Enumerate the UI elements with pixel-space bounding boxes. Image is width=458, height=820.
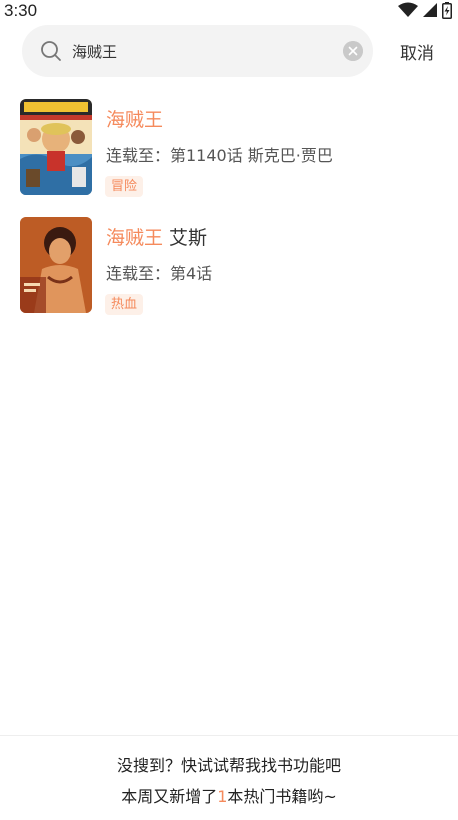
footer-suffix: 本热门书籍哟~ (227, 787, 337, 806)
clear-icon[interactable] (343, 41, 363, 61)
result-title: 海贼王 (106, 105, 163, 132)
genre-tag: 冒险 (105, 176, 144, 197)
result-title-rest: 艾斯 (163, 227, 208, 249)
footer-find-book-prompt[interactable]: 没搜到？快试试帮我找书功能吧 本周又新增了1本热门书籍哟~ (0, 735, 458, 820)
status-time: 3:30 (4, 1, 38, 20)
book-cover-image (20, 217, 92, 313)
status-icons (398, 1, 452, 19)
footer-new-books-text: 本周又新增了1本热门书籍哟~ (0, 783, 458, 807)
signal-icon (423, 3, 437, 17)
result-item[interactable]: 海贼王 艾斯 连载至：第4话 热血 (0, 216, 458, 334)
genre-tag: 热血 (105, 294, 144, 315)
result-title: 海贼王 艾斯 (106, 223, 207, 250)
search-results-list: 海贼王 连载至：第1140话 斯克巴·贾巴 冒险 海贼王 艾斯 连载至：第4话 … (0, 98, 458, 334)
result-item[interactable]: 海贼王 连载至：第1140话 斯克巴·贾巴 冒险 (0, 98, 458, 216)
footer-new-count: 1 (217, 787, 228, 806)
book-cover-image (20, 99, 92, 195)
cancel-button[interactable]: 取消 (390, 39, 444, 64)
search-icon (41, 41, 61, 61)
search-row: 取消 (0, 25, 458, 77)
wifi-icon (398, 2, 418, 17)
result-title-highlight: 海贼王 (106, 227, 164, 249)
search-box[interactable] (22, 25, 373, 77)
result-update-info: 连载至：第1140话 斯克巴·贾巴 (106, 146, 333, 165)
footer-prompt-text: 没搜到？快试试帮我找书功能吧 (116, 756, 341, 775)
status-bar: 3:30 (0, 0, 458, 22)
result-update-info: 连载至：第4话 (106, 264, 213, 283)
result-title-highlight: 海贼王 (106, 109, 164, 131)
battery-charging-icon (442, 1, 452, 19)
search-input[interactable] (72, 25, 332, 77)
footer-prefix: 本周又新增了 (121, 787, 218, 806)
